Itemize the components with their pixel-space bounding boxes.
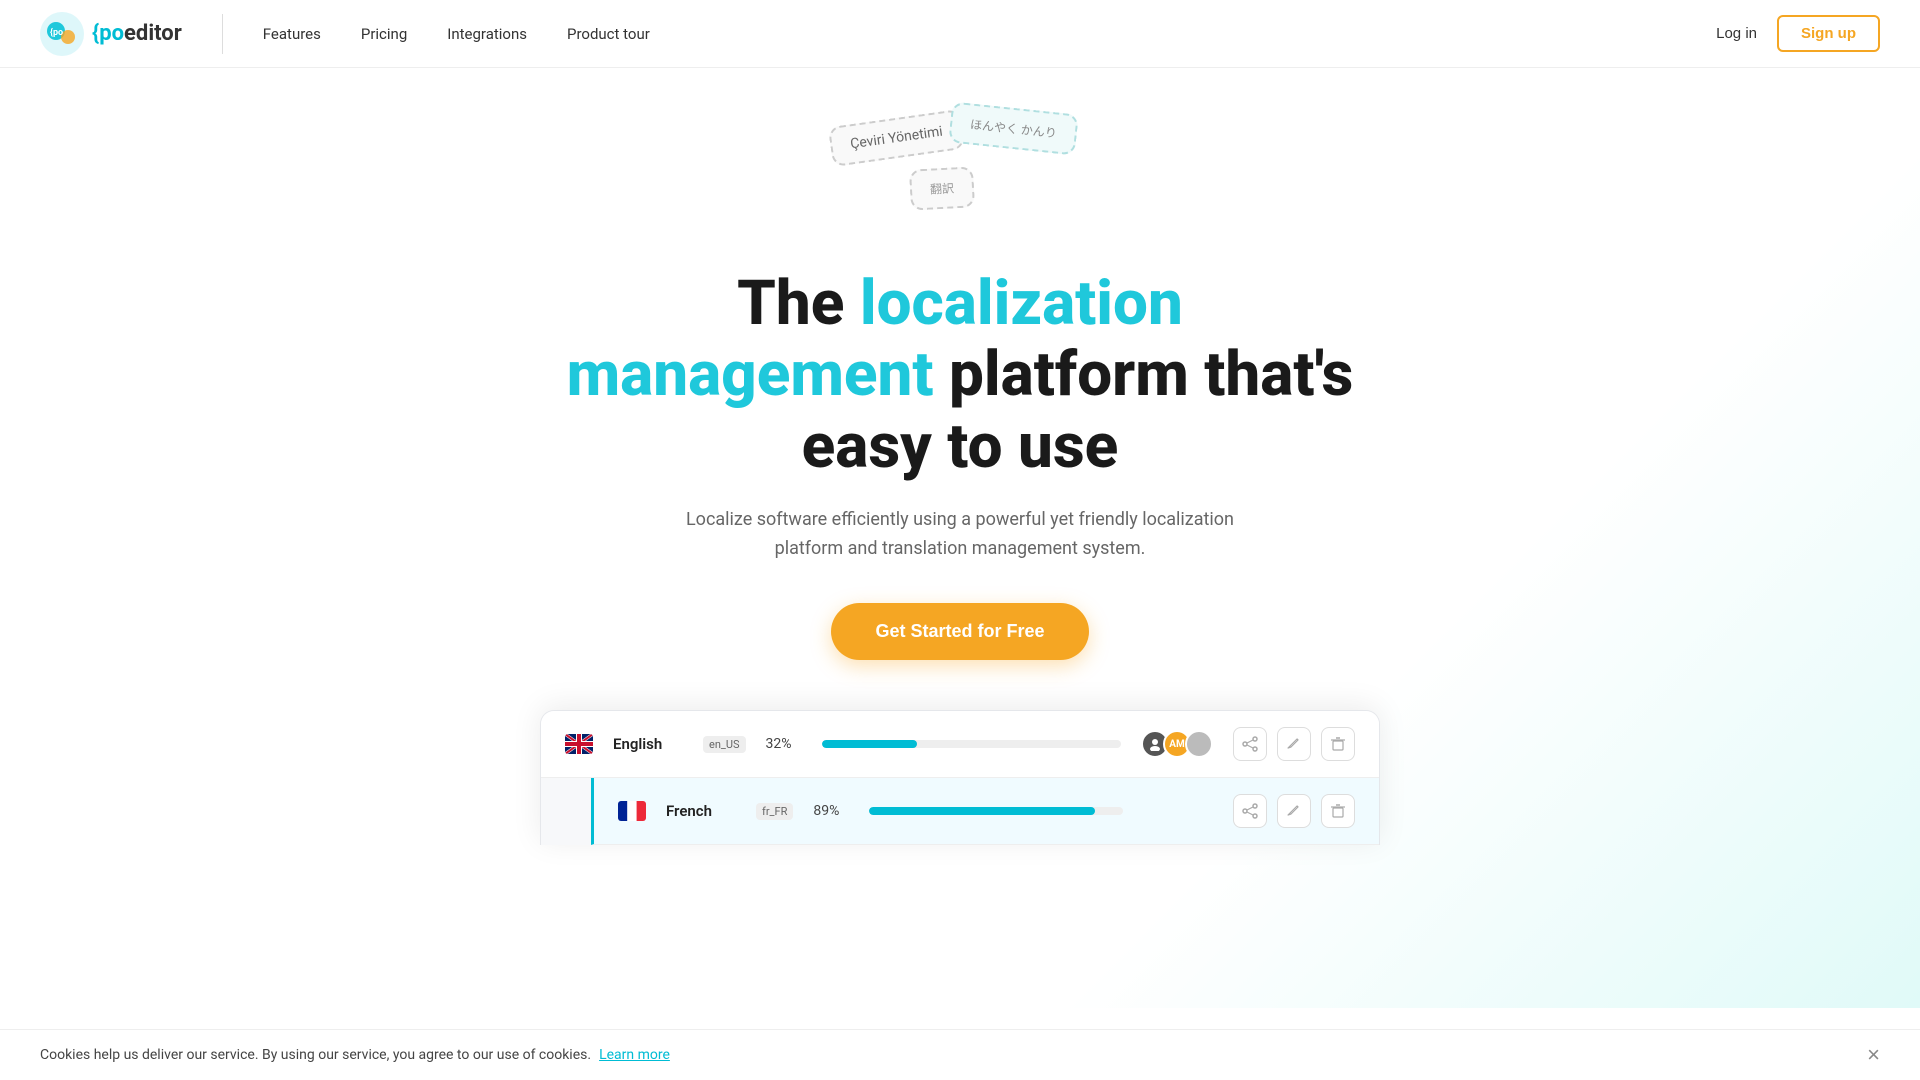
table-row: English en_US 32% AM — [541, 711, 1379, 778]
signup-button[interactable]: Sign up — [1777, 15, 1880, 52]
flag-france — [618, 801, 646, 821]
row-actions-english — [1233, 727, 1355, 761]
progress-fill-english — [822, 740, 918, 748]
hero-section: Çeviri Yönetimi ほんやく かんり 翻訳 The localiza… — [0, 68, 1920, 1008]
lang-code-english: en_US — [703, 736, 746, 753]
row-actions-french — [1233, 794, 1355, 828]
logo-icon: {po — [40, 12, 84, 56]
svg-text:{po: {po — [50, 28, 63, 38]
delete-button-french[interactable] — [1321, 794, 1355, 828]
bubble-turkish: Çeviri Yönetimi — [828, 109, 965, 167]
share-button-french[interactable] — [1233, 794, 1267, 828]
hero-title: The localization management platform tha… — [567, 268, 1354, 482]
cookie-learn-more[interactable]: Learn more — [599, 1047, 670, 1063]
avatar-3 — [1185, 730, 1213, 758]
cta-button[interactable]: Get Started for Free — [831, 603, 1088, 660]
table-row-french: French fr_FR 89% — [591, 778, 1379, 845]
progress-bar-english — [822, 740, 1121, 748]
cookie-close-button[interactable]: × — [1867, 1044, 1880, 1066]
nav-features[interactable]: Features — [263, 25, 321, 43]
nav-integrations[interactable]: Integrations — [447, 25, 527, 43]
nav-pricing[interactable]: Pricing — [361, 25, 407, 43]
flag-uk — [565, 734, 593, 754]
lang-code-french: fr_FR — [756, 803, 793, 820]
nav-divider — [222, 14, 223, 54]
progress-pct-french: 89% — [813, 803, 849, 819]
hero-subtitle: Localize software efficiently using a po… — [680, 506, 1240, 564]
dashboard-preview: English en_US 32% AM — [540, 710, 1380, 845]
nav-product-tour[interactable]: Product tour — [567, 25, 650, 43]
edit-button-french[interactable] — [1277, 794, 1311, 828]
progress-fill-french — [869, 807, 1095, 815]
avatars-english: AM — [1141, 730, 1213, 758]
share-button-english[interactable] — [1233, 727, 1267, 761]
logo[interactable]: {po {poeditor — [40, 12, 182, 56]
login-button[interactable]: Log in — [1716, 25, 1757, 42]
lang-name-french: French — [666, 802, 736, 820]
cookie-text: Cookies help us deliver our service. By … — [40, 1047, 591, 1063]
edit-button-english[interactable] — [1277, 727, 1311, 761]
lang-name-english: English — [613, 735, 683, 753]
bubble-chinese: 翻訳 — [909, 166, 975, 210]
nav-links: Features Pricing Integrations Product to… — [263, 24, 1716, 43]
navbar: {po {poeditor Features Pricing Integrati… — [0, 0, 1920, 68]
progress-bar-french — [869, 807, 1123, 815]
bubbles-illustration: Çeviri Yönetimi ほんやく かんり 翻訳 — [810, 108, 1110, 248]
delete-button-english[interactable] — [1321, 727, 1355, 761]
bubble-japanese: ほんやく かんり — [948, 101, 1079, 155]
logo-text: {poeditor — [92, 21, 182, 46]
progress-pct-english: 32% — [766, 736, 802, 752]
nav-actions: Log in Sign up — [1716, 15, 1880, 52]
cookie-banner: Cookies help us deliver our service. By … — [0, 1029, 1920, 1080]
